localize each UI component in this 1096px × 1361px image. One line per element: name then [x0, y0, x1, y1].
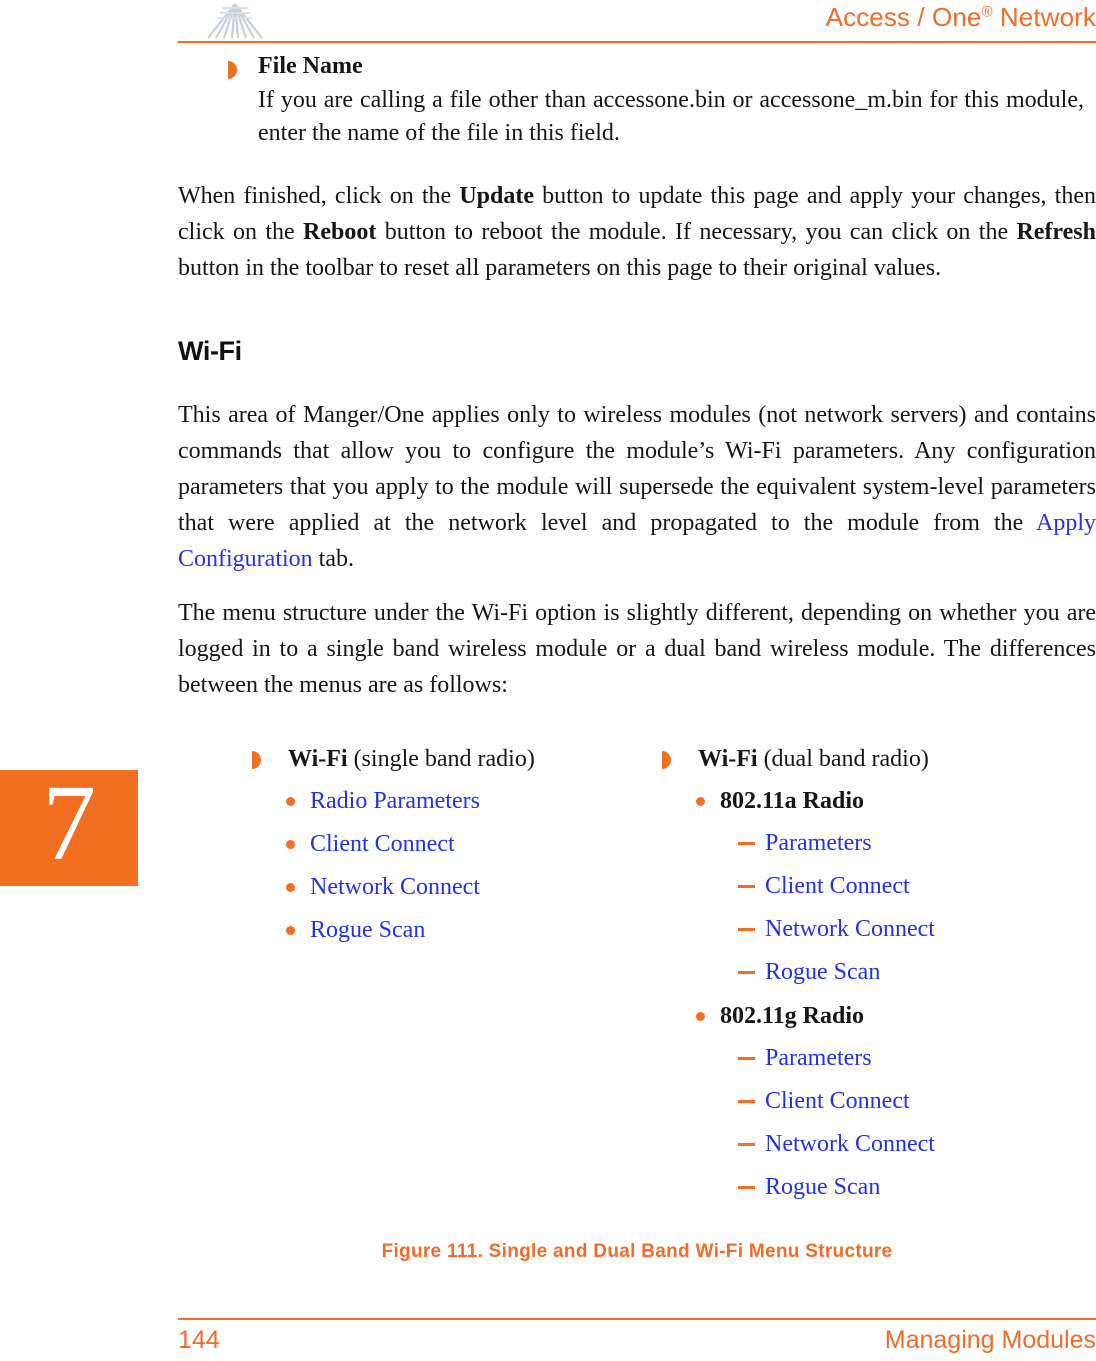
list-item[interactable]: 802.11g Radio Parameters Client Connect … — [696, 1001, 1092, 1202]
dash-bullet-icon — [738, 1057, 755, 1060]
menu-column-dual-band: Wi-Fi (dual band radio) 802.11a Radio Pa… — [662, 744, 1092, 1215]
dash-bullet-icon — [738, 1143, 755, 1146]
list-item[interactable]: Network Connect — [738, 914, 1092, 944]
dot-bullet-icon — [696, 1012, 705, 1021]
main-content: File Name If you are calling a file othe… — [178, 52, 1096, 703]
para-text: tab. — [312, 546, 354, 572]
menu-column-single-band: Wi-Fi (single band radio) Radio Paramete… — [252, 744, 652, 958]
page-header: Access / One® Network — [0, 0, 1096, 48]
para-text: button in the toolbar to reset all param… — [178, 255, 942, 281]
definition-term: File Name — [258, 53, 363, 79]
dot-bullet-icon — [696, 797, 705, 806]
list-item[interactable]: 802.11a Radio Parameters Client Connect … — [696, 786, 1092, 987]
reboot-button-reference: Reboot — [303, 219, 377, 245]
menu-item-label[interactable]: Client Connect — [765, 873, 910, 899]
menu-item-label[interactable]: Rogue Scan — [765, 1174, 880, 1200]
page-title: Access / One® Network — [826, 2, 1096, 33]
list-item[interactable]: Parameters — [738, 828, 1092, 858]
menu-sublist-802-11a: Parameters Client Connect Network Connec… — [720, 828, 1092, 987]
dot-bullet-icon — [286, 926, 295, 935]
dash-bullet-icon — [738, 971, 755, 974]
list-item[interactable]: Rogue Scan — [286, 915, 652, 945]
menu-list-single-band: Radio Parameters Client Connect Network … — [252, 786, 652, 945]
menu-structure-figure: Wi-Fi (single band radio) Radio Paramete… — [252, 744, 1096, 1214]
dash-bullet-icon — [738, 928, 755, 931]
list-item[interactable]: Client Connect — [738, 871, 1092, 901]
section-heading-wifi: Wi-Fi — [178, 336, 242, 366]
menu-root-qualifier: (dual band radio) — [757, 746, 929, 772]
dot-bullet-icon — [286, 797, 295, 806]
chapter-number: 7 — [42, 764, 96, 883]
figure-caption: Figure 111. Single and Dual Band Wi-Fi M… — [381, 1241, 893, 1262]
paragraph-update-instructions: When finished, click on the Update butto… — [178, 178, 1096, 286]
half-disc-bullet-icon — [252, 751, 261, 769]
menu-root-label: Wi-Fi — [698, 746, 758, 772]
menu-root-label: Wi-Fi — [288, 746, 348, 772]
list-item[interactable]: Network Connect — [286, 872, 652, 902]
list-item[interactable]: Rogue Scan — [738, 1172, 1092, 1202]
menu-item-label[interactable]: Client Connect — [310, 831, 455, 857]
registered-mark: ® — [981, 3, 993, 21]
list-item[interactable]: Rogue Scan — [738, 957, 1092, 987]
menu-root-qualifier: (single band radio) — [347, 746, 535, 772]
dash-bullet-icon — [738, 842, 755, 845]
dash-bullet-icon — [738, 1100, 755, 1103]
chapter-tab: 7 — [0, 766, 138, 886]
definition-description: If you are calling a file other than acc… — [258, 87, 1084, 146]
menu-item-label[interactable]: Network Connect — [765, 1131, 935, 1157]
dash-bullet-icon — [738, 1186, 755, 1189]
menu-group-label-802-11a[interactable]: 802.11a Radio — [720, 788, 864, 814]
menu-item-label[interactable]: Rogue Scan — [765, 959, 880, 985]
para-text: button to reboot the module. If necessar… — [376, 219, 1017, 245]
footer-page-number: 144 — [178, 1326, 220, 1354]
list-item[interactable]: Client Connect — [286, 829, 652, 859]
menu-item-label[interactable]: Client Connect — [765, 1088, 910, 1114]
footer-divider — [178, 1318, 1096, 1320]
menu-group-label-802-11g[interactable]: 802.11g Radio — [720, 1003, 864, 1029]
list-item[interactable]: Parameters — [738, 1043, 1092, 1073]
dash-bullet-icon — [738, 885, 755, 888]
list-item[interactable]: Network Connect — [738, 1129, 1092, 1159]
header-title-tail: Network — [992, 2, 1096, 32]
paragraph-menu-structure: The menu structure under the Wi-Fi optio… — [178, 600, 1096, 698]
list-item[interactable]: Client Connect — [738, 1086, 1092, 1116]
half-disc-bullet-icon — [662, 751, 671, 769]
header-divider — [178, 41, 1096, 43]
menu-list-dual-band: 802.11a Radio Parameters Client Connect … — [662, 786, 1092, 1202]
menu-item-label[interactable]: Parameters — [765, 830, 872, 856]
para-text: When finished, click on the — [178, 183, 460, 209]
menu-root-single-band: Wi-Fi (single band radio) — [252, 744, 652, 774]
list-item[interactable]: Radio Parameters — [286, 786, 652, 816]
menu-root-dual-band: Wi-Fi (dual band radio) — [662, 744, 1092, 774]
menu-item-label[interactable]: Network Connect — [765, 916, 935, 942]
paragraph-wifi-overview: This area of Manger/One applies only to … — [178, 397, 1096, 577]
para-text: This area of Manger/One applies only to … — [178, 402, 1096, 536]
menu-item-label[interactable]: Parameters — [765, 1045, 872, 1071]
header-title-main: Access / One — [825, 2, 982, 32]
dot-bullet-icon — [286, 883, 295, 892]
half-disc-bullet-icon — [228, 61, 237, 79]
antenna-fan-logo-icon — [196, 2, 274, 40]
refresh-button-reference: Refresh — [1016, 219, 1096, 245]
dot-bullet-icon — [286, 840, 295, 849]
menu-sublist-802-11g: Parameters Client Connect Network Connec… — [720, 1043, 1092, 1202]
menu-item-label[interactable]: Radio Parameters — [310, 788, 480, 814]
menu-item-label[interactable]: Network Connect — [310, 874, 480, 900]
definition-item-file-name: File Name If you are calling a file othe… — [178, 52, 1096, 150]
footer-section-label: Managing Modules — [884, 1326, 1096, 1354]
update-button-reference: Update — [459, 183, 534, 209]
menu-item-label[interactable]: Rogue Scan — [310, 917, 425, 943]
